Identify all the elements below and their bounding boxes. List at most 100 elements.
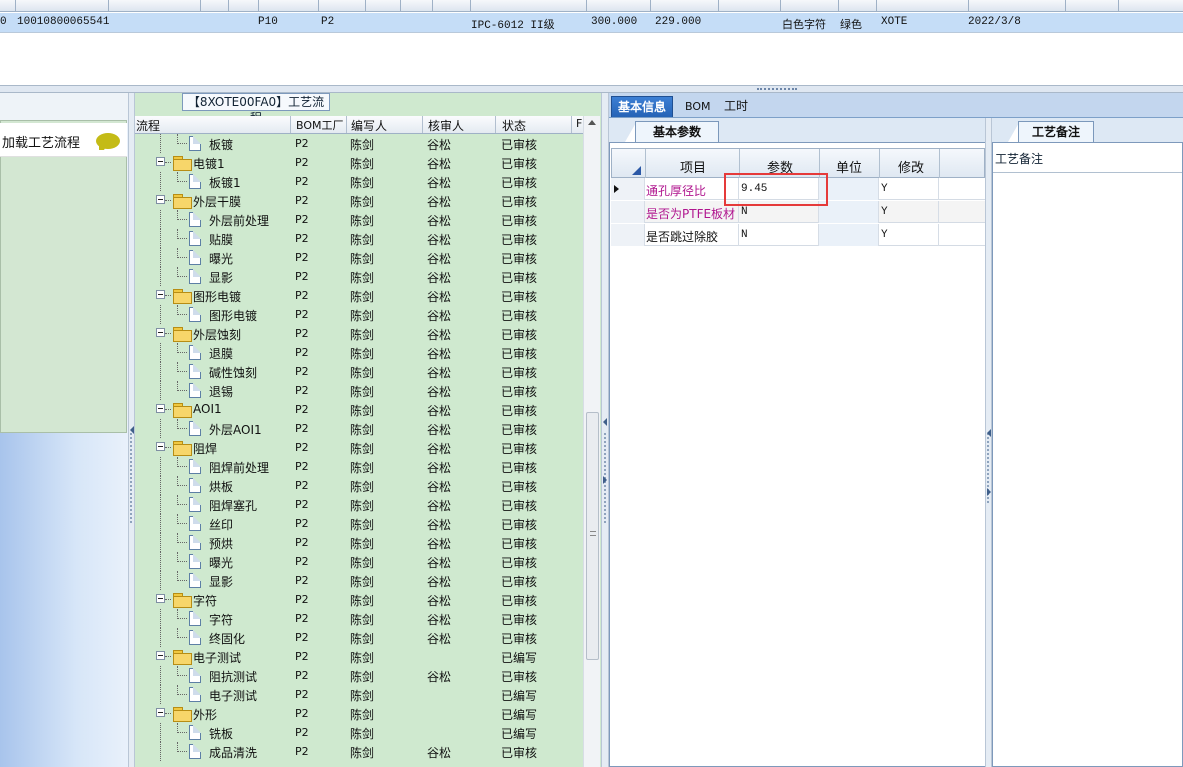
collapse-node-icon[interactable]: [156, 708, 165, 717]
tree-row[interactable]: 字符 P2 陈剑 谷松 已审核: [135, 609, 583, 628]
tree-row[interactable]: 阻抗测试 P2 陈剑 谷松 已审核: [135, 666, 583, 685]
tree-row[interactable]: 曝光 P2 陈剑 谷松 已审核: [135, 248, 583, 267]
param-modify-cell: Y: [881, 206, 888, 218]
header-extra[interactable]: F: [576, 117, 582, 130]
tab-process-notes[interactable]: 工艺备注: [1018, 121, 1094, 142]
tree-row[interactable]: 显影 P2 陈剑 谷松 已审核: [135, 267, 583, 286]
bom-factory-cell: P2: [295, 308, 309, 321]
tree-row[interactable]: 外层干膜 P2 陈剑 谷松 已审核: [135, 191, 583, 210]
writer-cell: 陈剑: [350, 613, 375, 627]
header-flow[interactable]: 流程: [136, 117, 160, 134]
tree-row[interactable]: 图形电镀 P2 陈剑 谷松 已审核: [135, 286, 583, 305]
tree-row[interactable]: 图形电镀 P2 陈剑 谷松 已审核: [135, 305, 583, 324]
tree-row[interactable]: 预烘 P2 陈剑 谷松 已审核: [135, 533, 583, 552]
bom-factory-cell: P2: [295, 536, 309, 549]
tree-vertical-scrollbar[interactable]: [583, 116, 600, 767]
load-process-flow-button[interactable]: 加载工艺流程: [0, 123, 127, 157]
collapse-node-icon[interactable]: [156, 442, 165, 451]
tree-row[interactable]: 外层前处理 P2 陈剑 谷松 已审核: [135, 210, 583, 229]
process-tree-title: 【8XOTE00FA0】工艺流程: [182, 93, 330, 125]
collapse-node-icon[interactable]: [156, 404, 165, 413]
reviewer-cell: 谷松: [427, 613, 452, 627]
tree-row[interactable]: 外形 P2 陈剑 已编写: [135, 704, 583, 723]
tree-row[interactable]: 电子测试 P2 陈剑 已编写: [135, 647, 583, 666]
tree-row[interactable]: 烘板 P2 陈剑 谷松 已审核: [135, 476, 583, 495]
tree-connector: [177, 466, 187, 467]
tree-row[interactable]: 碱性蚀刻 P2 陈剑 谷松 已审核: [135, 362, 583, 381]
collapse-node-icon[interactable]: [156, 195, 165, 204]
bom-factory-cell: P2: [295, 555, 309, 568]
param-unit-cell[interactable]: [819, 224, 878, 246]
tree-row[interactable]: 曝光 P2 陈剑 谷松 已审核: [135, 552, 583, 571]
writer-cell: 陈剑: [350, 575, 375, 589]
tree-row[interactable]: 阻焊 P2 陈剑 谷松 已审核: [135, 438, 583, 457]
tree-row[interactable]: 丝印 P2 陈剑 谷松 已审核: [135, 514, 583, 533]
tree-connector: [177, 428, 187, 429]
tree-row[interactable]: 字符 P2 陈剑 谷松 已审核: [135, 590, 583, 609]
document-icon: [189, 725, 201, 740]
tree-connector: [160, 381, 161, 400]
param-modify-cell: Y: [881, 229, 888, 241]
tree-row[interactable]: 退锡 P2 陈剑 谷松 已审核: [135, 381, 583, 400]
status-cell: 已审核: [501, 746, 538, 760]
tree-row[interactable]: 板镀1 P2 陈剑 谷松 已审核: [135, 172, 583, 191]
param-row[interactable]: 是否跳过除胶 N Y: [611, 224, 985, 246]
top-cell: P2: [321, 16, 335, 28]
thumb-grip-icon: [590, 531, 596, 536]
tree-row[interactable]: 退膜 P2 陈剑 谷松 已审核: [135, 343, 583, 362]
tab-work-hours[interactable]: 工时: [718, 96, 754, 117]
status-cell: 已审核: [501, 632, 538, 646]
tree-row[interactable]: 外层AOI1 P2 陈剑 谷松 已审核: [135, 419, 583, 438]
tree-row[interactable]: 板镀 P2 陈剑 谷松 已审核: [135, 134, 583, 153]
middle-splitter[interactable]: [601, 93, 609, 767]
tree-connector: [165, 200, 171, 201]
tree-row[interactable]: 成品清洗 P2 陈剑 谷松 已审核: [135, 742, 583, 761]
scroll-up-icon[interactable]: [588, 120, 596, 125]
header-status[interactable]: 状态: [502, 117, 526, 134]
document-icon: [189, 421, 201, 436]
left-splitter[interactable]: [128, 93, 135, 767]
horizontal-splitter[interactable]: [0, 86, 1183, 93]
tab-basic-params[interactable]: 基本参数: [635, 121, 719, 142]
tab-basic-info[interactable]: 基本信息: [611, 96, 674, 117]
tree-connector: [160, 495, 161, 514]
bom-factory-cell: P2: [295, 365, 309, 378]
param-value-cell[interactable]: N: [741, 206, 748, 218]
tree-connector: [160, 533, 161, 552]
tree-node-label: 退锡: [209, 385, 234, 399]
header-unit[interactable]: 单位: [836, 157, 862, 176]
reviewer-cell: 谷松: [427, 499, 452, 513]
process-notes-field-label: 工艺备注: [993, 149, 1182, 173]
bom-factory-cell: P2: [295, 175, 309, 188]
collapse-node-icon[interactable]: [156, 594, 165, 603]
tab-bom[interactable]: BOM: [679, 96, 717, 117]
tree-row[interactable]: 阻焊塞孔 P2 陈剑 谷松 已审核: [135, 495, 583, 514]
tree-row[interactable]: 铣板 P2 陈剑 已编写: [135, 723, 583, 742]
header-modify[interactable]: 修改: [898, 157, 924, 176]
param-value-cell[interactable]: N: [741, 229, 748, 241]
tree-row[interactable]: 电子测试 P2 陈剑 已编写: [135, 685, 583, 704]
collapse-node-icon[interactable]: [156, 651, 165, 660]
tree-row[interactable]: AOI1 P2 陈剑 谷松 已审核: [135, 400, 583, 419]
collapse-node-icon[interactable]: [156, 157, 165, 166]
header-bom-factory[interactable]: BOM工厂: [296, 117, 344, 133]
header-item[interactable]: 项目: [680, 157, 706, 176]
status-cell: 已审核: [501, 518, 538, 532]
top-grid-selected-row[interactable]: 0 10010800065541 P10 P2 IPC-6012 II级 300…: [0, 13, 1183, 33]
top-grid-header: [0, 0, 1183, 12]
tree-row[interactable]: 贴膜 P2 陈剑 谷松 已审核: [135, 229, 583, 248]
writer-cell: 陈剑: [350, 347, 375, 361]
tree-row[interactable]: 显影 P2 陈剑 谷松 已审核: [135, 571, 583, 590]
header-reviewer[interactable]: 核审人: [428, 117, 464, 134]
header-writer[interactable]: 编写人: [351, 117, 387, 134]
tree-connector: [160, 305, 161, 324]
tree-connector: [165, 656, 171, 657]
tree-row[interactable]: 阻焊前处理 P2 陈剑 谷松 已审核: [135, 457, 583, 476]
right-splitter[interactable]: [985, 118, 992, 767]
tree-row[interactable]: 外层蚀刻 P2 陈剑 谷松 已审核: [135, 324, 583, 343]
collapse-node-icon[interactable]: [156, 328, 165, 337]
tree-row[interactable]: 终固化 P2 陈剑 谷松 已审核: [135, 628, 583, 647]
tree-row[interactable]: 电镀1 P2 陈剑 谷松 已审核: [135, 153, 583, 172]
scrollbar-thumb[interactable]: [586, 412, 599, 660]
collapse-node-icon[interactable]: [156, 290, 165, 299]
